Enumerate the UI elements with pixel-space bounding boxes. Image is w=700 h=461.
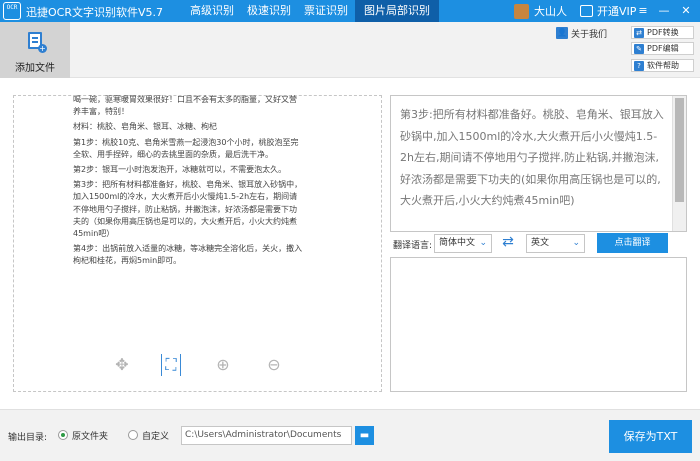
pdf-edit-label: PDF编辑 [647,44,679,53]
help-icon: ? [634,60,644,71]
target-language-value: 英文 [531,238,550,248]
translate-button[interactable]: 点击翻译 [597,233,668,253]
app-title: 迅捷OCR文字识别软件V5.7 [26,6,163,19]
source-paragraph: 第2步：银耳一小时泡发泡开，冰糖就可以，不需要泡太久。 [73,164,303,176]
source-paragraph: 材料：桃胶、皂角米、银耳、冰糖、枸杞 [73,121,303,133]
target-language-select[interactable]: 英文 ⌄ [526,234,585,253]
tab-advanced-recognition[interactable]: 高级识别 [184,0,240,22]
tab-image-partial-recognition[interactable]: 图片局部识别 [355,0,439,22]
minimize-icon[interactable]: — [656,2,672,20]
add-file-label: 添加文件 [15,63,55,74]
source-text: 第2步：银耳一小时泡发泡开，冰糖就可以，不需要泡太久。 [73,165,287,175]
help-label: 软件帮助 [647,61,679,70]
source-text: 第1步：桃胶10克、皂角米雪燕一起浸泡30个小时，桃胶泡至完全软、用手捏碎，细心… [73,137,299,159]
chevron-down-icon: ⌄ [572,238,580,248]
app-logo-text: OCR [6,4,18,11]
chevron-down-icon: ⌄ [479,238,487,248]
save-as-txt-button[interactable]: 保存为TXT [609,420,692,453]
source-paragraph: 第1步：桃胶10克、皂角米雪燕一起浸泡30个小时，桃胶泡至完全软、用手捏碎，细心… [73,137,303,161]
radio-custom-label: 自定义 [142,431,170,442]
translate-language-label: 翻译语言: [393,241,433,251]
source-text: 第4步：出锅前放入适量的冰糖，等冰糖完全溶化后，关火，撒入枸杞和桂花，再焖5mi… [73,244,303,266]
result-scrollbar[interactable] [672,96,686,231]
pdf-edit-icon: ✎ [634,43,644,54]
radio-selected-icon[interactable] [58,430,68,440]
source-text: 喝一碗，驱寒暖胃效果很好！口且不会有太多的脂量，又好又营养丰富，特别！ [73,95,297,117]
recognition-result-text[interactable]: 第3步:把所有材料都准备好。桃胶、皂角米、银耳放入砂锅中,加入1500ml的冷水… [400,104,668,212]
bottom-bar: 输出目录: 原文件夹 自定义 C:\Users\Administrator\Do… [0,409,700,461]
pdf-convert-icon: ⇄ [634,27,644,38]
user-account[interactable]: 大山人 [514,3,567,19]
source-language-value: 简体中文 [439,238,476,248]
radio-unselected-icon[interactable] [128,430,138,440]
source-language-select[interactable]: 简体中文 ⌄ [434,234,492,253]
user-name: 大山人 [534,5,567,18]
folder-icon[interactable]: ▬ [355,426,374,445]
swap-languages-icon[interactable]: ⇄ [498,233,518,251]
person-icon: 👤 [556,27,568,39]
about-us-label: 关于我们 [571,29,608,40]
source-paragraph: 第4步：出锅前放入适量的冰糖，等冰糖完全溶化后，关火，撒入枸杞和桂花，再焖5mi… [73,243,303,267]
radio-original-folder[interactable]: 原文件夹 [58,428,108,442]
crop-icon[interactable]: ⛶ [161,354,181,376]
zoom-out-icon[interactable]: ⊖ [264,354,284,376]
radio-original-label: 原文件夹 [72,431,109,442]
move-icon[interactable]: ✥ [112,354,132,376]
vip-button[interactable]: 开通VIP [580,3,636,19]
source-text: 材料：桃胶、皂角米、银耳、冰糖、枸杞 [73,122,217,132]
add-file-button[interactable]: + 添加文件 [0,22,70,78]
radio-custom-folder[interactable]: 自定义 [128,428,169,442]
tab-ticket-recognition[interactable]: 票证识别 [298,0,354,22]
output-directory-label: 输出目录: [8,433,48,443]
source-image-pane[interactable]: 喝一碗，驱寒暖胃效果很好！口且不会有太多的脂量，又好又营养丰富，特别！ 材料：桃… [13,95,382,392]
title-bar: OCR 迅捷OCR文字识别软件V5.7 高级识别 极速识别 票证识别 图片局部识… [0,0,700,22]
menu-icon[interactable]: ≡ [635,2,651,20]
zoom-in-icon[interactable]: ⊕ [213,354,233,376]
vip-label: 开通VIP [597,5,637,18]
plus-icon: + [38,44,47,53]
app-logo: OCR [3,2,21,20]
about-us-link[interactable]: 👤 关于我们 [556,26,607,40]
close-icon[interactable]: ✕ [678,2,694,20]
vip-icon [580,5,593,17]
output-path-field[interactable]: C:\Users\Administrator\Documents [181,426,352,445]
source-paragraph: 第3步：把所有材料都准备好，桃胶、皂角米、银耳放入砂锅中，加入1500ml的冷水… [73,179,303,240]
source-image: 喝一碗，驱寒暖胃效果很好！口且不会有太多的脂量，又好又营养丰富，特别！ 材料：桃… [73,94,303,350]
help-button[interactable]: ? 软件帮助 [631,59,694,72]
source-text: 第3步：把所有材料都准备好，桃胶、皂角米、银耳放入砂锅中，加入1500ml的冷水… [73,180,303,239]
pdf-edit-button[interactable]: ✎ PDF编辑 [631,42,694,55]
source-paragraph: 喝一碗，驱寒暖胃效果很好！口且不会有太多的脂量，又好又营养丰富，特别！ [73,94,303,118]
translation-output-box[interactable] [390,257,687,392]
avatar [514,3,529,19]
pdf-convert-button[interactable]: ⇄ PDF转换 [631,26,694,39]
recognition-result-box[interactable]: 第3步:把所有材料都准备好。桃胶、皂角米、银耳放入砂锅中,加入1500ml的冷水… [390,95,687,232]
tab-fast-recognition[interactable]: 极速识别 [241,0,297,22]
pdf-convert-label: PDF转换 [647,28,679,37]
result-scrollbar-thumb[interactable] [675,98,684,202]
toolbar: + 添加文件 👤 关于我们 ⇄ PDF转换 ✎ PDF编辑 ? 软件帮助 [0,22,700,78]
